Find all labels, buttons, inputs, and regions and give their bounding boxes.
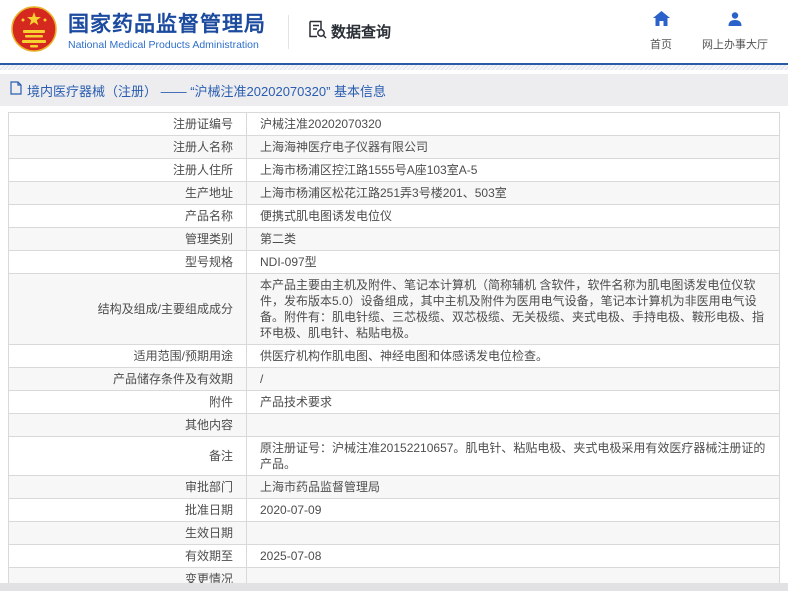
row-label-text: 产品储存条件及有效期: [112, 372, 233, 386]
site-header: 国家药品监督管理局 National Medical Products Admi…: [0, 0, 788, 63]
row-label: 批准日期: [8, 498, 247, 522]
breadcrumb: 境内医疗器械（注册） —— “沪械注准20202070320” 基本信息: [0, 74, 788, 106]
table-row: 有效期至 2025-07-08: [8, 544, 780, 568]
nav-item-home[interactable]: 首页: [650, 11, 672, 52]
row-label: 生产地址: [8, 181, 247, 205]
row-label: 管理类别: [8, 227, 247, 251]
row-value: NDI-097型: [246, 250, 780, 274]
table-row: 备注 原注册证号：沪械注准20152210657。肌电针、粘贴电极、夹式电极采用…: [8, 436, 780, 476]
header-hatch-strip: [0, 65, 788, 70]
row-value: 供医疗机构作肌电图、神经电图和体感诱发电位检查。: [246, 344, 780, 368]
row-value: [246, 413, 780, 437]
row-value: 2025-07-08: [246, 544, 780, 568]
data-query-section[interactable]: 数据查询: [307, 19, 391, 44]
row-label-text: 适用范围/预期用途: [133, 349, 233, 363]
table-row: 注册人名称 上海海神医疗电子仪器有限公司: [8, 135, 780, 159]
row-value: 产品技术要求: [246, 390, 780, 414]
row-label: 生效日期: [8, 521, 247, 545]
row-label-text: 产品名称: [184, 209, 233, 223]
breadcrumb-text: 境内医疗器械（注册） —— “沪械注准20202070320” 基本信息: [27, 83, 387, 99]
nmpa-logo-link[interactable]: 国家药品监督管理局 National Medical Products Admi…: [10, 4, 266, 59]
row-label: 有效期至: [8, 544, 247, 568]
table-row: 附件 产品技术要求: [8, 390, 780, 414]
row-label-text: 型号规格: [184, 255, 233, 269]
registration-info-table: 注册证编号 沪械注准20202070320 注册人名称 上海海神医疗电子仪器有限…: [8, 112, 780, 591]
row-label: 注册人名称: [8, 135, 247, 159]
registration-info-table-wrap: 注册证编号 沪械注准20202070320 注册人名称 上海海神医疗电子仪器有限…: [8, 112, 780, 591]
row-value: [246, 521, 780, 545]
row-label: 产品储存条件及有效期: [8, 367, 247, 391]
row-label-text: 管理类别: [184, 232, 233, 246]
row-value: 上海市杨浦区控江路1555号A座103室A-5: [246, 158, 780, 182]
info-table-body: 注册证编号 沪械注准20202070320 注册人名称 上海海神医疗电子仪器有限…: [8, 112, 780, 591]
table-row: 产品名称 便携式肌电图诱发电位仪: [8, 204, 780, 228]
row-label: 注册人住所: [8, 158, 247, 182]
row-label: 附件: [8, 390, 247, 414]
table-row: 生效日期: [8, 521, 780, 545]
row-label-text: 备注: [208, 449, 233, 463]
row-value: 上海市药品监督管理局: [246, 475, 780, 499]
table-row: 审批部门 上海市药品监督管理局: [8, 475, 780, 499]
row-label-text: 生效日期: [184, 526, 233, 540]
row-value: 沪械注准20202070320: [246, 112, 780, 136]
row-label-text: 有效期至: [184, 549, 233, 563]
row-label-text: 结构及组成/主要组成成分: [97, 302, 233, 316]
row-value: 上海市杨浦区松花江路251弄3号楼201、503室: [246, 181, 780, 205]
row-label: 产品名称: [8, 204, 247, 228]
row-label-text: 附件: [208, 395, 233, 409]
row-value: /: [246, 367, 780, 391]
row-label: 其他内容: [8, 413, 247, 437]
row-label-text: 注册人名称: [172, 140, 233, 154]
row-value: 第二类: [246, 227, 780, 251]
table-row: 管理类别 第二类: [8, 227, 780, 251]
footer-strip: [0, 583, 788, 591]
nav-item-service-hall[interactable]: 网上办事大厅: [702, 11, 768, 52]
row-value: 便携式肌电图诱发电位仪: [246, 204, 780, 228]
data-query-label: 数据查询: [331, 24, 392, 41]
row-label-text: 生产地址: [184, 186, 233, 200]
table-row: 注册人住所 上海市杨浦区控江路1555号A座103室A-5: [8, 158, 780, 182]
org-name-cn: 国家药品监督管理局: [68, 12, 266, 36]
table-row: 适用范围/预期用途 供医疗机构作肌电图、神经电图和体感诱发电位检查。: [8, 344, 780, 368]
table-row: 结构及组成/主要组成成分 本产品主要由主机及附件、笔记本计算机（简称辅机 含软件…: [8, 273, 780, 345]
row-label-text: 注册人住所: [172, 163, 233, 177]
document-icon: [10, 80, 22, 100]
org-title-block: 国家药品监督管理局 National Medical Products Admi…: [68, 13, 266, 51]
document-search-icon: [307, 19, 327, 44]
table-row: 其他内容: [8, 413, 780, 437]
table-row: 注册证编号 沪械注准20202070320: [8, 112, 780, 136]
row-value: 上海海神医疗电子仪器有限公司: [246, 135, 780, 159]
row-label: 审批部门: [8, 475, 247, 499]
top-nav: 首页 网上办事大厅: [650, 11, 768, 52]
person-icon: [727, 11, 743, 32]
row-label-text: 批准日期: [184, 503, 233, 517]
org-name-en: National Medical Products Administration: [68, 38, 259, 51]
table-row: 产品储存条件及有效期 /: [8, 367, 780, 391]
table-row: 型号规格 NDI-097型: [8, 250, 780, 274]
row-label: 备注: [8, 436, 247, 476]
nav-home-label: 首页: [650, 39, 672, 51]
row-label-text: 其他内容: [184, 418, 233, 432]
home-icon: [652, 11, 670, 32]
table-row: 生产地址 上海市杨浦区松花江路251弄3号楼201、503室: [8, 181, 780, 205]
national-emblem-icon: [10, 4, 58, 59]
header-divider: [288, 14, 289, 49]
row-label-text: 注册证编号: [172, 117, 233, 131]
row-value: 本产品主要由主机及附件、笔记本计算机（简称辅机 含软件，软件名称为肌电图诱发电位…: [246, 273, 780, 345]
nav-service-hall-label: 网上办事大厅: [702, 39, 768, 51]
row-label: 适用范围/预期用途: [8, 344, 247, 368]
row-label: 型号规格: [8, 250, 247, 274]
row-value: 原注册证号：沪械注准20152210657。肌电针、粘贴电极、夹式电极采用有效医…: [246, 436, 780, 476]
row-value: 2020-07-09: [246, 498, 780, 522]
table-row: 批准日期 2020-07-09: [8, 498, 780, 522]
row-label: 结构及组成/主要组成成分: [8, 273, 247, 345]
row-label: 注册证编号: [8, 112, 247, 136]
row-label-text: 审批部门: [184, 480, 233, 494]
